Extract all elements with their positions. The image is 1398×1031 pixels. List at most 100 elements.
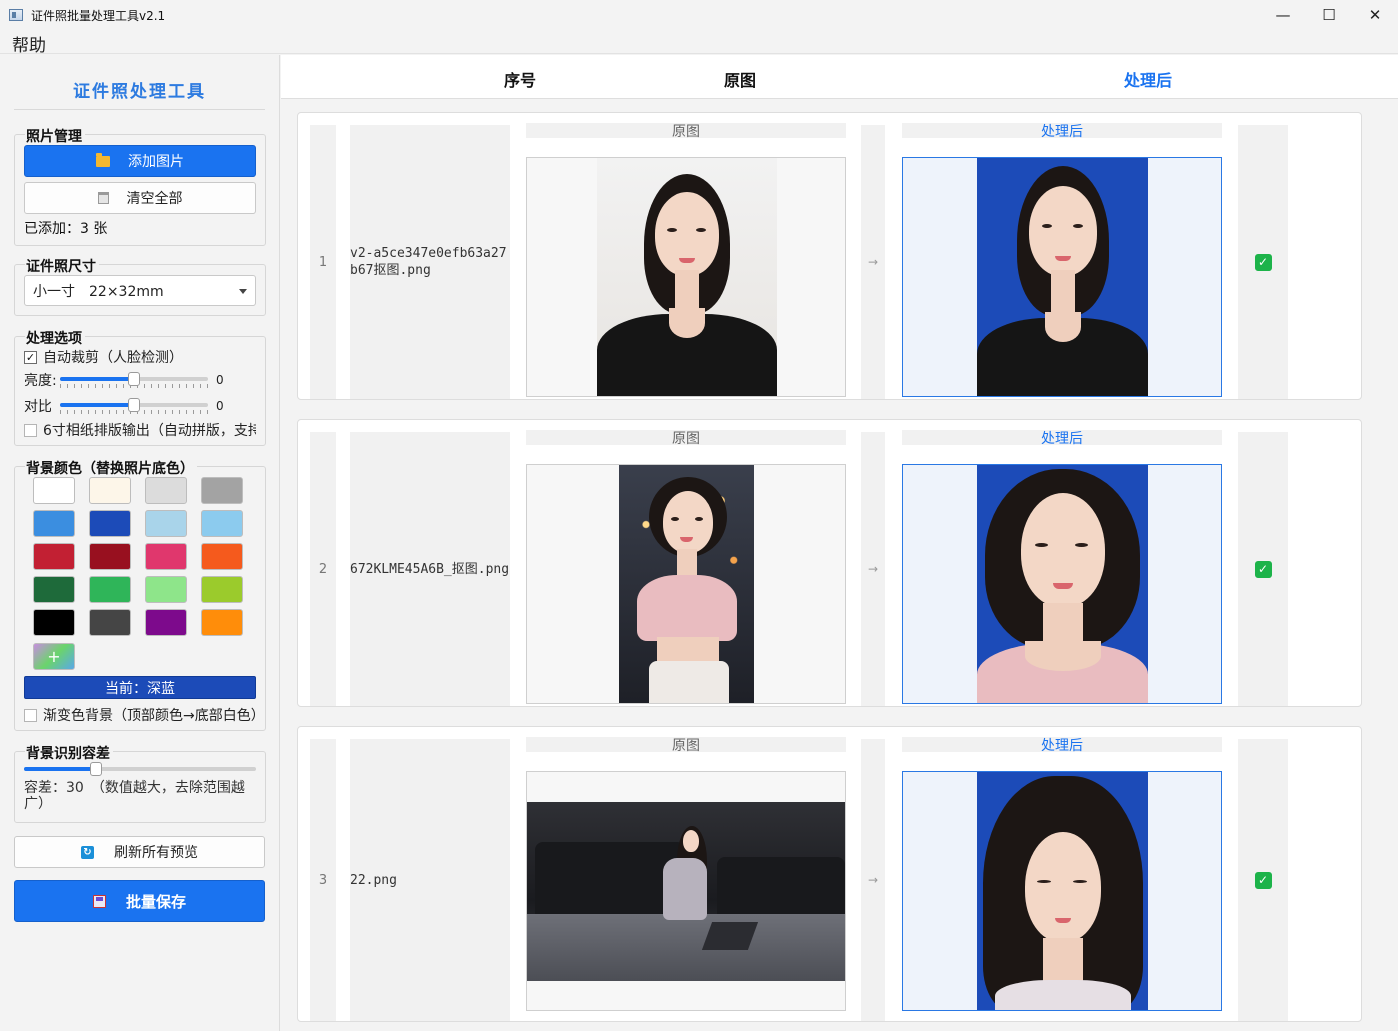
header-processed: 处理后 xyxy=(1124,71,1173,90)
maximize-button[interactable]: ☐ xyxy=(1306,0,1352,30)
color-swatch[interactable] xyxy=(89,477,131,504)
panel-title: 证件照处理工具 xyxy=(14,70,265,110)
trash-icon xyxy=(97,192,109,204)
refresh-label: 刷新所有预览 xyxy=(114,845,198,861)
color-swatch[interactable] xyxy=(89,609,131,636)
original-label: 原图 xyxy=(526,123,846,140)
table-row: 1 v2-a5ce347e0efb63a27b67抠图.png 原图 → 处理后 xyxy=(297,112,1362,400)
color-swatch[interactable] xyxy=(145,510,187,537)
color-swatch[interactable] xyxy=(145,576,187,603)
photo-count-label: 已添加：3 张 xyxy=(24,221,108,237)
checkbox-icon xyxy=(24,423,37,437)
six-inch-checkbox[interactable]: 6寸相纸排版输出（自动拼版，支持打印） xyxy=(24,420,256,440)
six-inch-label: 6寸相纸排版输出（自动拼版，支持打印） xyxy=(43,423,256,439)
tolerance-slider[interactable] xyxy=(24,762,256,777)
plus-icon: + xyxy=(47,647,61,666)
slider-handle[interactable] xyxy=(90,762,102,776)
size-selected-value: 小一寸 22×32mm xyxy=(33,283,164,300)
color-swatch[interactable] xyxy=(33,609,75,636)
original-label: 原图 xyxy=(526,430,846,447)
row-index: 1 xyxy=(310,125,336,399)
color-swatch[interactable] xyxy=(89,510,131,537)
original-label: 原图 xyxy=(526,737,846,754)
row-status: ✓ xyxy=(1238,432,1288,706)
row-filename: v2-a5ce347e0efb63a27b67抠图.png xyxy=(350,125,510,399)
options-title: 处理选项 xyxy=(25,328,85,348)
table-row: 3 22.png 原图 → 处理后 ✓ xyxy=(297,726,1362,1022)
filename-text: 672KLME45A6B_抠图.png xyxy=(350,561,510,577)
contrast-value: 0 xyxy=(216,399,224,413)
table-header: 序号 原图 处理后 xyxy=(281,55,1398,99)
batch-save-button[interactable]: 批量保存 xyxy=(14,880,265,922)
color-swatch[interactable] xyxy=(145,477,187,504)
brightness-slider[interactable] xyxy=(60,372,208,388)
row-status: ✓ xyxy=(1238,125,1288,399)
title-bar: 证件照批量处理工具v2.1 — ☐ ✕ xyxy=(0,0,1398,30)
color-swatch[interactable] xyxy=(33,576,75,603)
filename-text: 22.png xyxy=(350,872,397,888)
color-swatch[interactable] xyxy=(33,543,75,570)
tolerance-description: 容差：30 （数值越大，去除范围越广） xyxy=(24,780,245,812)
photo-manage-group: 照片管理 添加图片 清空全部 已添加：3 张 xyxy=(14,126,266,246)
arrow-icon: → xyxy=(861,125,885,399)
background-title: 背景颜色（替换照片底色） xyxy=(25,458,197,478)
contrast-slider[interactable] xyxy=(60,398,208,414)
color-swatch[interactable] xyxy=(33,477,75,504)
gradient-checkbox[interactable]: 渐变色背景（顶部颜色→底部白色） xyxy=(24,705,256,725)
clear-all-button[interactable]: 清空全部 xyxy=(24,182,256,214)
original-image[interactable] xyxy=(526,157,846,397)
processed-image[interactable] xyxy=(902,771,1222,1011)
arrow-icon: → xyxy=(861,739,885,1021)
menu-help[interactable]: 帮助 xyxy=(12,31,46,56)
color-swatch[interactable] xyxy=(89,543,131,570)
minimize-button[interactable]: — xyxy=(1260,0,1306,30)
slider-handle[interactable] xyxy=(128,398,140,412)
check-icon: ✓ xyxy=(1254,560,1272,578)
clear-all-label: 清空全部 xyxy=(126,191,183,207)
arrow-icon: → xyxy=(861,432,885,706)
brightness-label: 亮度: xyxy=(24,373,57,389)
photo-manage-title: 照片管理 xyxy=(25,126,85,146)
color-swatch[interactable] xyxy=(201,510,243,537)
size-select[interactable]: 小一寸 22×32mm xyxy=(24,275,256,306)
color-swatch[interactable] xyxy=(201,477,243,504)
tolerance-title: 背景识别容差 xyxy=(25,743,113,763)
contrast-row: 对比度 0 xyxy=(24,396,224,416)
processed-image[interactable] xyxy=(902,157,1222,397)
row-filename: 22.png xyxy=(350,739,510,1021)
color-swatch[interactable] xyxy=(145,543,187,570)
brightness-row: 亮度: 0 xyxy=(24,370,224,390)
color-swatch[interactable] xyxy=(145,609,187,636)
color-swatch[interactable] xyxy=(201,609,243,636)
save-icon xyxy=(92,894,106,908)
color-swatch[interactable] xyxy=(201,576,243,603)
custom-color-button[interactable]: + xyxy=(33,643,75,670)
refresh-previews-button[interactable]: ↻ 刷新所有预览 xyxy=(14,836,265,868)
results-panel: 序号 原图 处理后 1 v2-a5ce347e0efb63a27b67抠图.pn… xyxy=(281,55,1398,1031)
refresh-icon: ↻ xyxy=(81,845,94,859)
options-group: 处理选项 ✓ 自动裁剪（人脸检测） 亮度: 0 对比度 0 6寸相纸排版输出（自… xyxy=(14,328,266,446)
color-swatch[interactable] xyxy=(89,576,131,603)
checkbox-icon: ✓ xyxy=(24,350,37,364)
check-icon: ✓ xyxy=(1254,253,1272,271)
header-original: 原图 xyxy=(724,71,757,90)
add-photo-label: 添加图片 xyxy=(128,154,184,170)
batch-save-label: 批量保存 xyxy=(125,892,186,911)
color-swatch[interactable] xyxy=(33,510,75,537)
original-image[interactable] xyxy=(526,771,846,1011)
close-button[interactable]: ✕ xyxy=(1352,0,1398,30)
processed-label: 处理后 xyxy=(902,430,1222,447)
row-index: 3 xyxy=(310,739,336,1021)
color-swatch[interactable] xyxy=(201,543,243,570)
slider-handle[interactable] xyxy=(128,372,140,386)
current-color-bar: 当前：深蓝 xyxy=(24,676,256,699)
menu-bar: 帮助 xyxy=(0,30,1398,56)
processed-label: 处理后 xyxy=(902,737,1222,754)
processed-image[interactable] xyxy=(902,464,1222,704)
folder-icon xyxy=(96,152,110,167)
add-photo-button[interactable]: 添加图片 xyxy=(24,145,256,177)
original-image[interactable] xyxy=(526,464,846,704)
auto-crop-checkbox[interactable]: ✓ 自动裁剪（人脸检测） xyxy=(24,347,256,367)
brightness-value: 0 xyxy=(216,373,224,387)
row-status: ✓ xyxy=(1238,739,1288,1021)
